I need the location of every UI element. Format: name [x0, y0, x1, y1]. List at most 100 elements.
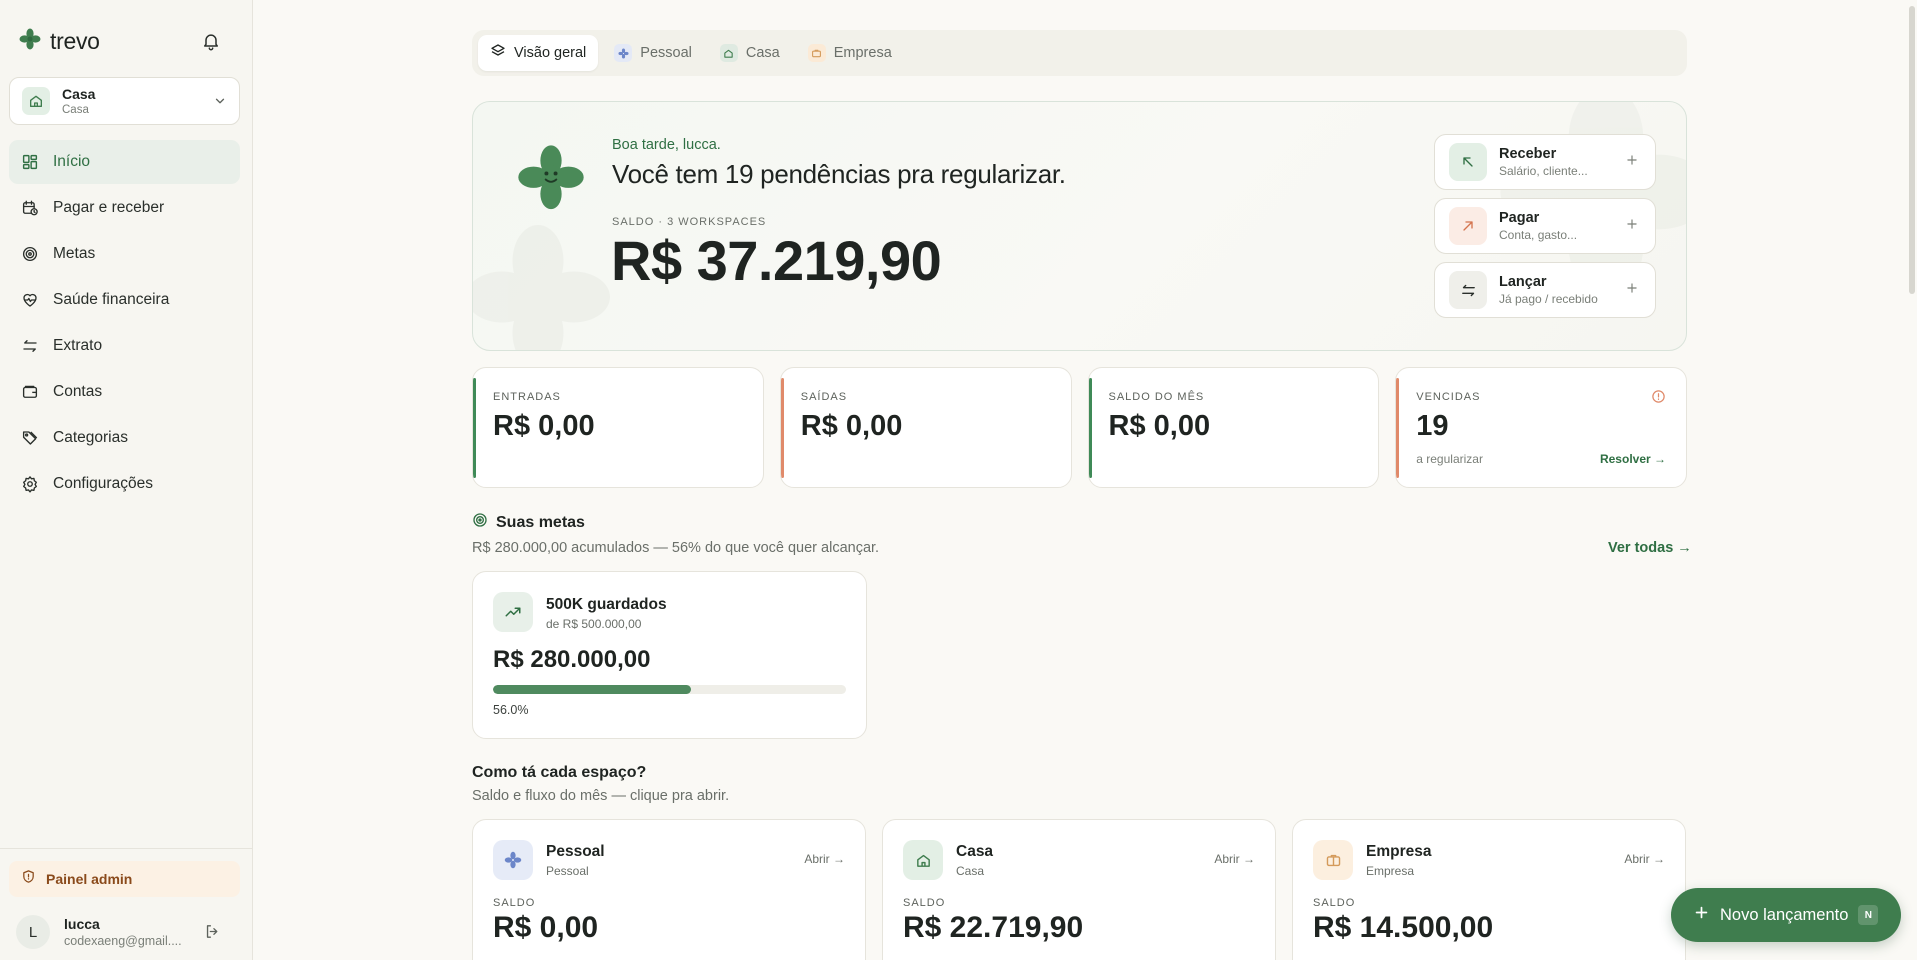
- open-space-link[interactable]: Abrir →: [1624, 852, 1665, 866]
- action-title: Pagar: [1499, 210, 1540, 226]
- stat-accent-bar: [1088, 378, 1092, 478]
- goal-card[interactable]: 500K guardados de R$ 500.000,00 R$ 280.0…: [472, 571, 867, 739]
- space-name: Empresa: [1366, 843, 1432, 860]
- asterisk-icon: [614, 44, 633, 62]
- house-icon: [903, 840, 943, 880]
- space-type: Casa: [956, 864, 985, 878]
- space-balance-label: SALDO: [1313, 897, 1356, 909]
- spaces-title: Como tá cada espaço?: [472, 764, 647, 781]
- space-card-empresa[interactable]: Empresa Empresa Abrir → SALDO R$ 14.500,…: [1292, 819, 1686, 960]
- receber-button[interactable]: Receber Salário, cliente...: [1434, 134, 1656, 190]
- sidebar-item-categorias[interactable]: Categorias: [9, 416, 240, 460]
- open-space-link[interactable]: Abrir →: [1214, 852, 1255, 866]
- tab-visao-geral[interactable]: Visão geral: [478, 35, 599, 71]
- brand[interactable]: trevo: [18, 26, 100, 56]
- tab-empresa[interactable]: Empresa: [796, 35, 904, 71]
- sidebar-item-label: Início: [53, 153, 91, 170]
- plus-icon: [1625, 153, 1639, 172]
- tab-pessoal[interactable]: Pessoal: [602, 35, 704, 71]
- avatar: L: [16, 915, 50, 949]
- sidebar-item-saude-financeira[interactable]: Saúde financeira: [9, 278, 240, 322]
- gear-icon: [21, 475, 39, 493]
- sidebar: trevo Casa Casa Início Pagar e receber M…: [0, 0, 253, 960]
- sidebar-item-label: Categorias: [53, 429, 128, 446]
- resolve-link[interactable]: Resolver →: [1600, 452, 1666, 466]
- view-all-goals-link[interactable]: Ver todas →: [1608, 540, 1692, 556]
- space-card-casa[interactable]: Casa Casa Abrir → SALDO R$ 22.719,90: [882, 819, 1276, 960]
- stat-accent-bar: [473, 378, 476, 478]
- workspace-name: Casa: [62, 86, 96, 102]
- arrows-exchange-icon: [1449, 271, 1487, 309]
- sidebar-item-pagar-receber[interactable]: Pagar e receber: [9, 186, 240, 230]
- layers-icon: [490, 43, 506, 63]
- tab-label: Visão geral: [514, 45, 587, 61]
- space-name: Casa: [956, 843, 994, 860]
- goals-title: Suas metas: [496, 513, 585, 531]
- lancar-button[interactable]: Lançar Já pago / recebido: [1434, 262, 1656, 318]
- heart-pulse-icon: [21, 291, 39, 309]
- space-balance-label: SALDO: [903, 897, 946, 909]
- workspace-selector[interactable]: Casa Casa: [9, 77, 240, 125]
- tab-label: Casa: [745, 45, 780, 61]
- new-entry-button[interactable]: Novo lançamento N: [1671, 888, 1901, 942]
- space-card-pessoal[interactable]: Pessoal Pessoal Abrir → SALDO R$ 0,00: [472, 819, 866, 960]
- goal-value: R$ 280.000,00: [493, 646, 651, 673]
- stat-accent-bar: [780, 378, 784, 478]
- stat-accent-bar: [1396, 378, 1400, 478]
- page-scrollbar[interactable]: [1906, 0, 1917, 960]
- stat-card-vencidas: VENCIDAS 19 a regularizar Resolver →: [1395, 367, 1687, 488]
- scrollbar-thumb[interactable]: [1909, 6, 1915, 294]
- clover-mascot-icon: [513, 140, 589, 221]
- briefcase-icon: [807, 44, 826, 62]
- plus-icon: [1625, 217, 1639, 236]
- sidebar-item-metas[interactable]: Metas: [9, 232, 240, 276]
- alert-circle-icon: [1651, 389, 1666, 409]
- stat-card-saidas: SAÍDAS R$ 0,00: [779, 367, 1072, 488]
- stat-value: R$ 0,00: [1108, 410, 1211, 442]
- clover-decoration-icon: [473, 222, 613, 350]
- spaces-list: Pessoal Pessoal Abrir → SALDO R$ 0,00 Ca…: [472, 819, 1687, 960]
- space-type: Empresa: [1366, 864, 1415, 878]
- admin-panel-label: Painel admin: [46, 871, 133, 887]
- clover-logo-icon: [18, 27, 42, 56]
- user-profile[interactable]: L lucca codexaeng@gmail....: [16, 915, 246, 949]
- tags-icon: [21, 429, 39, 447]
- tab-casa[interactable]: Casa: [708, 35, 792, 71]
- workspace-type: Casa: [62, 104, 89, 116]
- target-icon: [21, 245, 39, 263]
- goal-progress-fill: [493, 685, 691, 694]
- pagar-button[interactable]: Pagar Conta, gasto...: [1434, 198, 1656, 254]
- space-balance-value: R$ 14.500,00: [1313, 911, 1494, 944]
- sidebar-item-extrato[interactable]: Extrato: [9, 324, 240, 368]
- sidebar-item-configuracoes[interactable]: Configurações: [9, 462, 240, 506]
- notifications-bell-icon[interactable]: [198, 28, 224, 54]
- goal-progress-label: 56.0%: [493, 703, 529, 717]
- space-balance-label: SALDO: [493, 897, 536, 909]
- sidebar-item-contas[interactable]: Contas: [9, 370, 240, 414]
- calendar-clock-icon: [21, 199, 39, 217]
- goal-title: 500K guardados: [546, 596, 667, 613]
- stat-label: SALDO DO MÊS: [1108, 391, 1205, 403]
- asterisk-icon: [493, 840, 533, 880]
- goals-header: Suas metas: [472, 512, 585, 533]
- balance-value: R$ 37.219,90: [611, 229, 942, 292]
- house-icon: [22, 87, 50, 115]
- sidebar-item-label: Configurações: [53, 475, 153, 492]
- sidebar-item-label: Pagar e receber: [53, 199, 165, 216]
- arrow-up-right-icon: [1449, 207, 1487, 245]
- logout-icon[interactable]: [204, 923, 221, 945]
- trending-up-icon: [493, 592, 533, 632]
- stat-value: 19: [1416, 410, 1449, 442]
- user-email: codexaeng@gmail....: [64, 934, 182, 948]
- spaces-subtitle: Saldo e fluxo do mês — clique pra abrir.: [472, 788, 730, 804]
- monthly-stats: ENTRADAS R$ 0,00 SAÍDAS R$ 0,00 SALDO DO…: [472, 367, 1687, 488]
- space-type: Pessoal: [546, 864, 589, 878]
- sidebar-item-inicio[interactable]: Início: [9, 140, 240, 184]
- action-title: Lançar: [1499, 274, 1547, 290]
- balance-label: SALDO · 3 WORKSPACES: [612, 216, 767, 228]
- admin-panel-button[interactable]: Painel admin: [9, 861, 240, 897]
- action-subtitle: Conta, gasto...: [1499, 228, 1578, 242]
- sidebar-item-label: Metas: [53, 245, 96, 262]
- plus-icon: [1693, 904, 1710, 926]
- open-space-link[interactable]: Abrir →: [804, 852, 845, 866]
